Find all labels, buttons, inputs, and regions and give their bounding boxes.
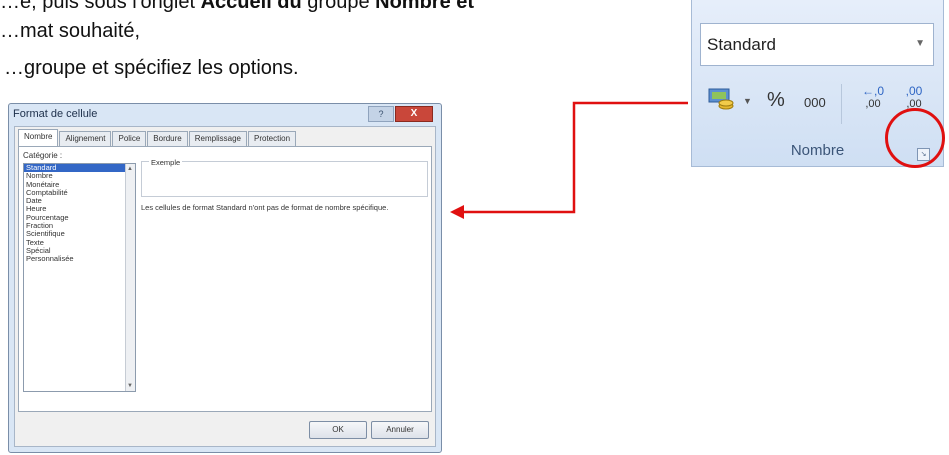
- tab-protection[interactable]: Protection: [248, 131, 297, 146]
- category-item-custom[interactable]: Personnalisée: [24, 254, 135, 263]
- help-button[interactable]: ?: [368, 106, 394, 122]
- sample-label: Exemple: [149, 158, 183, 167]
- ok-button[interactable]: OK: [309, 421, 367, 439]
- dropdown-arrow-icon[interactable]: ▼: [915, 38, 925, 49]
- increase-decimal-button[interactable]: ←,0 ,00: [855, 84, 891, 126]
- money-dropdown-icon[interactable]: ▼: [743, 96, 752, 106]
- format-cells-dialog: Format de cellule ? X Nombre Alignement …: [8, 103, 442, 453]
- scroll-up-icon[interactable]: ▲: [127, 166, 133, 172]
- highlight-circle: [885, 108, 945, 168]
- cancel-button[interactable]: Annuler: [371, 421, 429, 439]
- number-format-combo[interactable]: Standard ▼: [700, 23, 934, 66]
- instruction-line-3: …groupe et spécifiez les options.: [4, 57, 299, 79]
- percent-style-button[interactable]: %: [767, 89, 785, 112]
- dialog-window-controls: ? X: [368, 106, 433, 122]
- close-button[interactable]: X: [395, 106, 433, 122]
- tab-font[interactable]: Police: [112, 131, 147, 146]
- thousands-separator-button[interactable]: 000: [804, 95, 826, 110]
- tab-alignment[interactable]: Alignement: [59, 131, 112, 146]
- number-tab-panel: Catégorie : Standard Nombre Monétaire Co…: [18, 146, 432, 412]
- tab-fill[interactable]: Remplissage: [188, 131, 247, 146]
- instruction-line-1: …e, puis sous l'onglet Accueil du groupe…: [0, 0, 474, 14]
- money-format-icon[interactable]: [707, 86, 737, 114]
- category-scrollbar[interactable]: ▲ ▼: [125, 164, 135, 391]
- instruction-text: …e, puis sous l'onglet: [0, 0, 201, 13]
- instruction-bold-number-group: Nombre et: [375, 0, 475, 13]
- instruction-bold-home-tab: Accueil du: [200, 0, 302, 13]
- number-format-value: Standard: [707, 35, 776, 54]
- sample-frame: [141, 161, 428, 197]
- decrease-decimal-icon: ,00: [905, 84, 923, 98]
- instruction-text-mid: groupe: [301, 0, 376, 13]
- tab-number[interactable]: Nombre: [18, 129, 59, 146]
- scroll-down-icon[interactable]: ▼: [127, 383, 133, 389]
- ribbon-separator: [841, 84, 842, 124]
- dialog-tabs: Nombre Alignement Police Bordure Remplis…: [18, 129, 297, 146]
- dialog-title: Format de cellule: [13, 108, 98, 120]
- increase-decimal-icon: ←,0: [861, 84, 884, 98]
- instruction-line-2: …mat souhaité,: [0, 20, 141, 42]
- format-description: Les cellules de format Standard n'ont pa…: [141, 203, 389, 212]
- category-label: Catégorie :: [23, 151, 63, 160]
- tab-border[interactable]: Bordure: [147, 131, 188, 146]
- dialog-body: Nombre Alignement Police Bordure Remplis…: [14, 126, 436, 447]
- category-list[interactable]: Standard Nombre Monétaire Comptabilité D…: [23, 163, 136, 392]
- increase-decimal-label: ,00: [865, 98, 881, 110]
